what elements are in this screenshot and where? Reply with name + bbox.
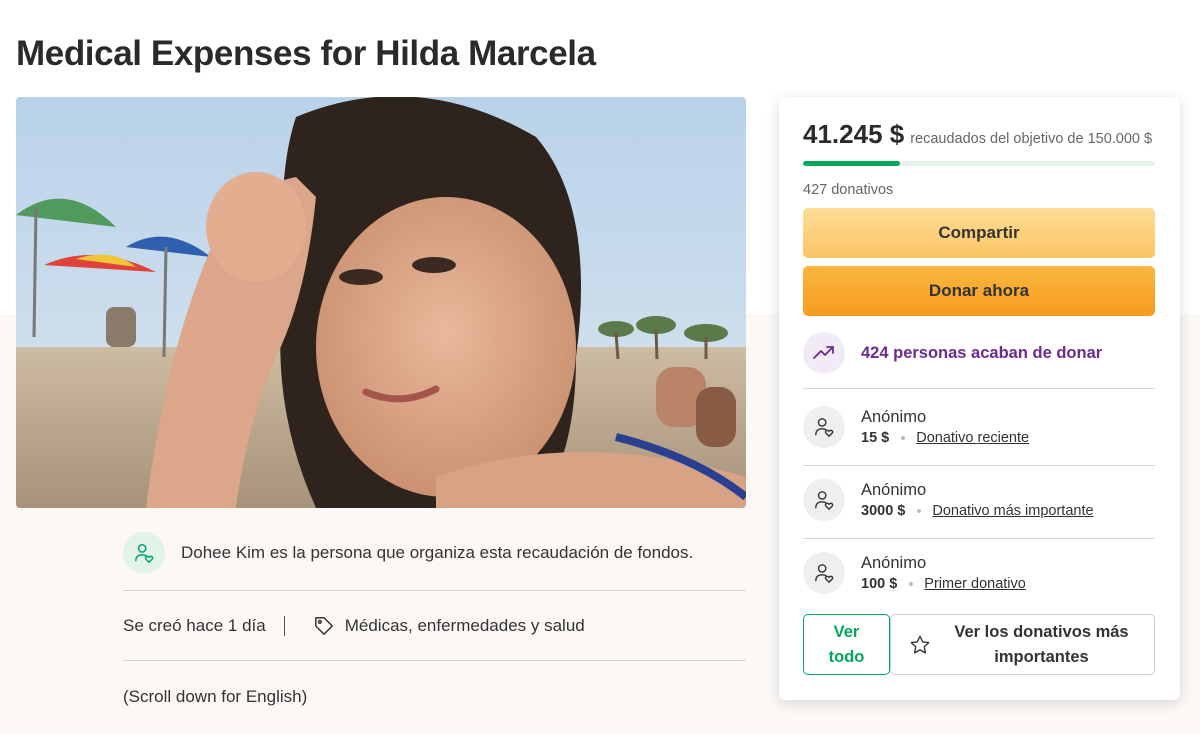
- donor-details: Anónimo 15 $ Donativo reciente: [861, 406, 1029, 448]
- progress-fill: [803, 161, 900, 166]
- donation-count: 427 donativos: [803, 182, 894, 198]
- campaign-meta: Se creó hace 1 día Médicas, enfermedades…: [123, 612, 585, 640]
- star-icon: [909, 634, 931, 656]
- donor-name: Anónimo: [861, 554, 927, 572]
- organizer-info: Dohee Kim es la persona que organiza est…: [123, 532, 746, 574]
- bullet-separator: [909, 582, 914, 586]
- divider: [803, 465, 1155, 466]
- donor-item: Anónimo 15 $ Donativo reciente: [803, 404, 1029, 450]
- bullet-separator: [901, 436, 906, 440]
- created-date: Se creó hace 1 día: [123, 616, 266, 635]
- donor-name: Anónimo: [861, 481, 927, 499]
- see-all-button[interactable]: Ver todo: [803, 614, 890, 675]
- story-text: (Scroll down for English): [123, 687, 308, 706]
- donor-amount: 3000 $: [861, 503, 906, 519]
- donate-button[interactable]: Donar ahora: [803, 266, 1155, 316]
- donor-type-link[interactable]: Donativo reciente: [916, 428, 1029, 448]
- donor-line: 100 $ Primer donativo: [861, 574, 1026, 594]
- divider: [803, 538, 1155, 539]
- progress-bar: [803, 161, 1155, 166]
- raised-summary: 41.245 $ recaudados del objetivo de 150.…: [803, 119, 1152, 150]
- share-button[interactable]: Compartir: [803, 208, 1155, 258]
- meta-separator: [283, 616, 285, 636]
- donor-item: Anónimo 3000 $ Donativo más importante: [803, 477, 1094, 523]
- goal-text: recaudados del objetivo de 150.000 $: [910, 131, 1153, 147]
- top-donations-button[interactable]: Ver los donativos más importantes: [890, 614, 1155, 675]
- category-link[interactable]: Médicas, enfermedades y salud: [313, 615, 585, 637]
- top-donations-label: Ver los donativos más importantes: [954, 622, 1129, 666]
- bullet-separator: [917, 509, 922, 513]
- donation-card: 41.245 $ recaudados del objetivo de 150.…: [779, 97, 1180, 700]
- donor-heart-icon: [803, 479, 845, 521]
- donor-type-link[interactable]: Primer donativo: [924, 574, 1026, 594]
- donor-name: Anónimo: [861, 408, 927, 426]
- donor-amount: 15 $: [861, 430, 890, 446]
- campaign-hero-image[interactable]: [16, 97, 746, 508]
- divider: [123, 660, 746, 661]
- donor-heart-icon: [803, 406, 845, 448]
- donor-amount: 100 $: [861, 576, 898, 592]
- donor-item: Anónimo 100 $ Primer donativo: [803, 550, 1026, 596]
- page-title: Medical Expenses for Hilda Marcela: [16, 34, 596, 73]
- donor-type-link[interactable]: Donativo más importante: [932, 501, 1093, 521]
- divider: [123, 590, 746, 591]
- raised-amount: 41.245 $: [803, 119, 905, 149]
- see-all-label: Ver todo: [828, 622, 865, 666]
- donor-line: 15 $ Donativo reciente: [861, 428, 1029, 448]
- recent-activity-text: 424 personas acaban de donar: [861, 343, 1103, 362]
- trending-up-icon: [803, 332, 845, 374]
- tag-icon: [313, 615, 335, 637]
- donor-details: Anónimo 3000 $ Donativo más importante: [861, 479, 1094, 521]
- donor-line: 3000 $ Donativo más importante: [861, 501, 1094, 521]
- organizer-text: Dohee Kim es la persona que organiza est…: [181, 543, 694, 562]
- recent-activity: 424 personas acaban de donar: [803, 332, 1102, 374]
- category-label: Médicas, enfermedades y salud: [344, 616, 585, 635]
- donor-heart-icon: [803, 552, 845, 594]
- organizer-heart-icon: [123, 532, 165, 574]
- divider: [803, 388, 1155, 389]
- donor-details: Anónimo 100 $ Primer donativo: [861, 552, 1026, 594]
